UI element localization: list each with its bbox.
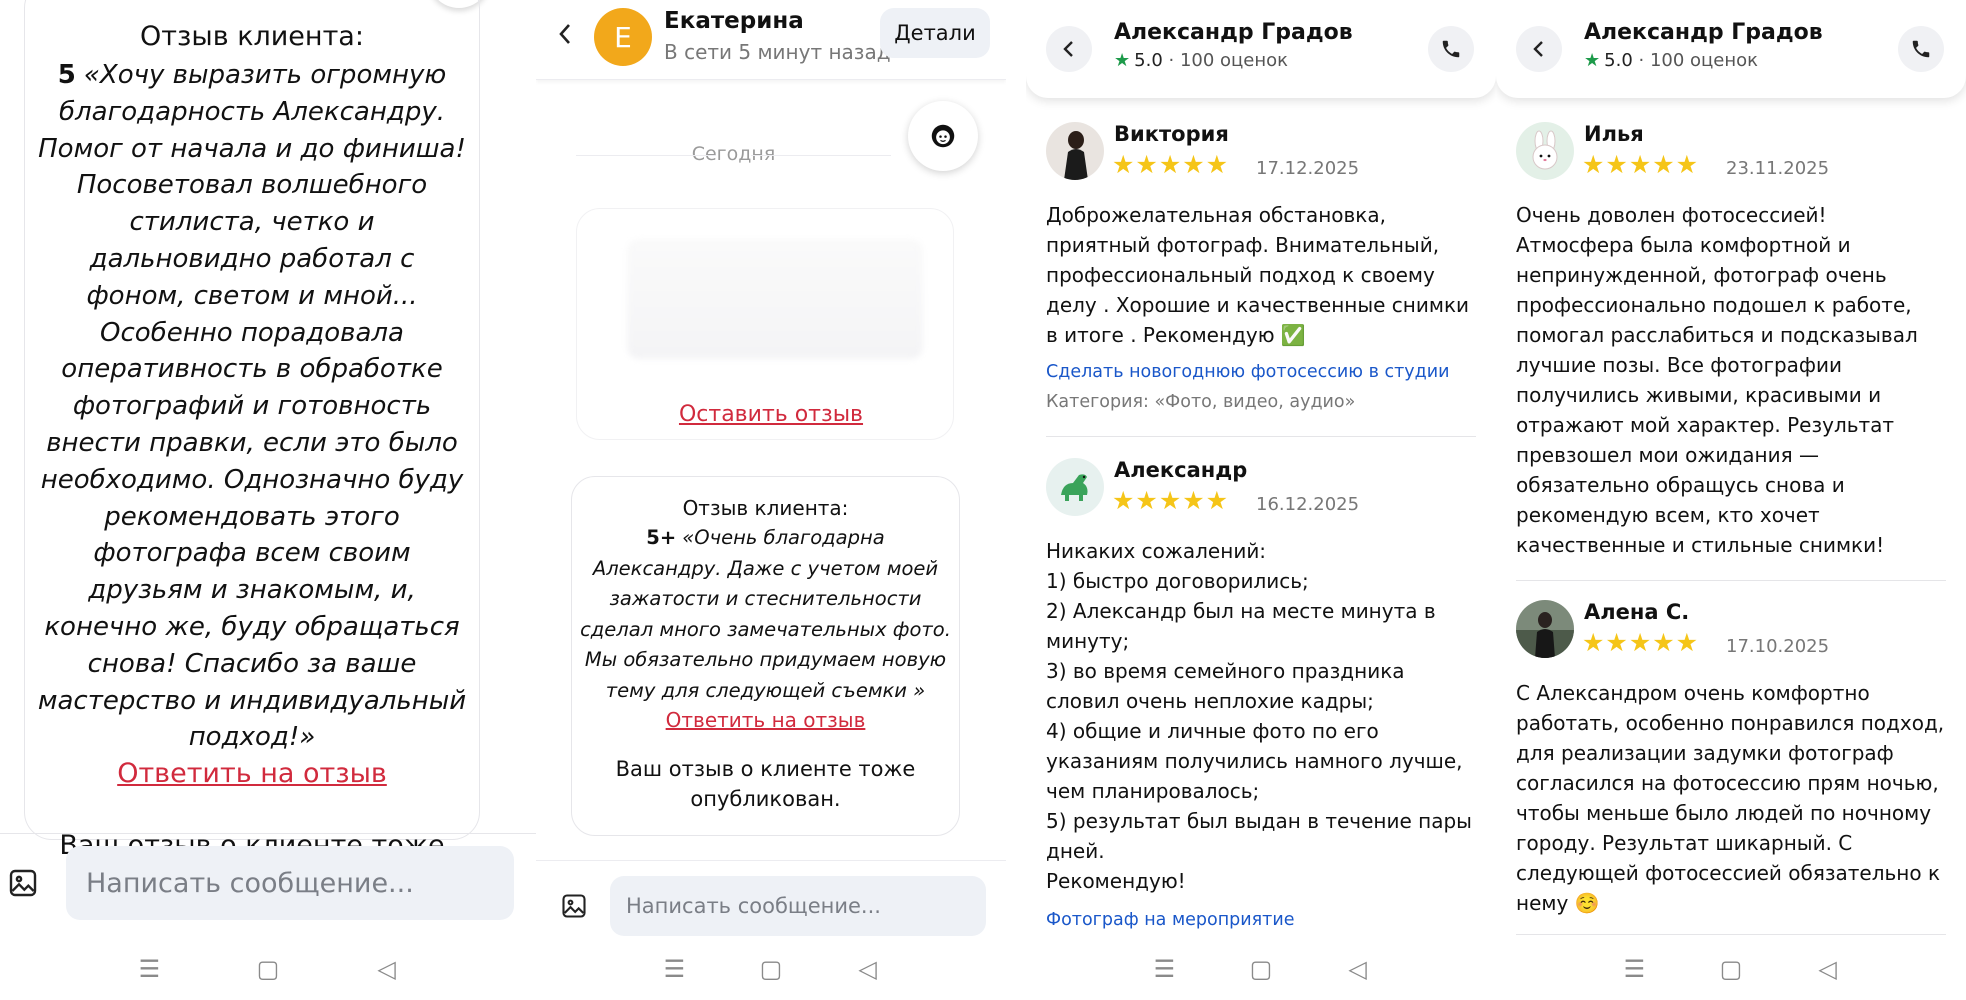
system-nav-bar: ☰ ▢ ◁ bbox=[0, 938, 536, 1000]
divider bbox=[1516, 580, 1946, 581]
back-chevron-icon[interactable] bbox=[1516, 26, 1562, 72]
review-text: Доброжелательная обстановка, приятный фо… bbox=[1046, 203, 1470, 347]
rating-summary: ★ 5.0 · 100 оценок bbox=[1584, 50, 1759, 71]
star-icon: ★ bbox=[1114, 50, 1131, 71]
message-input[interactable]: Написать сообщение... bbox=[66, 846, 514, 920]
review-title: Отзыв клиента: bbox=[682, 496, 849, 520]
profile-header: Александр Градов ★ 5.0 · 100 оценок bbox=[1496, 0, 1966, 98]
review-text: С Александром очень комфортно работать, … bbox=[1516, 681, 1945, 915]
rating-summary: ★ 5.0 · 100 оценок bbox=[1114, 50, 1289, 71]
review-category: Категория: «Фото, видео, аудио» bbox=[1046, 392, 1356, 412]
avatar[interactable]: Е bbox=[594, 8, 652, 66]
review-title: Отзыв клиента: bbox=[140, 21, 364, 52]
system-nav-bar: ☰ ▢ ◁ bbox=[536, 938, 1006, 1000]
blurred-content bbox=[627, 239, 923, 359]
day-separator: Сегодня bbox=[556, 143, 911, 165]
online-status: В сети 5 минут назад bbox=[664, 40, 891, 64]
client-review-card: Отзыв клиента: 5+ «Очень благодарна Алекс… bbox=[571, 476, 960, 836]
image-icon[interactable] bbox=[0, 867, 46, 899]
review-date: 16.12.2025 bbox=[1256, 494, 1360, 515]
review-text: Никаких сожалений: 1) быстро договорилис… bbox=[1046, 539, 1472, 893]
reply-to-review-link[interactable]: Ответить на отзыв bbox=[117, 758, 387, 789]
profile-name: Александр Градов bbox=[1114, 20, 1353, 45]
reply-to-review-link[interactable]: Ответить на отзыв bbox=[666, 708, 866, 732]
reviews-screen: Александр Градов ★ 5.0 · 100 оценок Илья … bbox=[1496, 0, 1966, 1000]
back-nav-icon[interactable]: ◁ bbox=[848, 955, 888, 983]
review-item: Илья ★★★★★ 23.11.2025 Очень доволен фото… bbox=[1516, 122, 1946, 562]
back-chevron-icon[interactable] bbox=[1046, 26, 1092, 72]
message-composer: Написать сообщение... bbox=[536, 876, 1006, 936]
divider bbox=[536, 860, 1006, 861]
menu-icon[interactable]: ☰ bbox=[654, 955, 694, 983]
reviewer-name: Александр bbox=[1114, 458, 1248, 482]
system-nav-bar: ☰ ▢ ◁ bbox=[1496, 938, 1966, 1000]
home-icon[interactable]: ▢ bbox=[248, 955, 288, 983]
chat-header: Е Екатерина В сети 5 минут назад Детали bbox=[536, 0, 1006, 80]
home-icon[interactable]: ▢ bbox=[1711, 955, 1751, 983]
review-item: Александр ★★★★★ 16.12.2025 Никаких сожал… bbox=[1046, 458, 1476, 930]
rating-count: 100 оценок bbox=[1179, 50, 1289, 71]
phone-icon[interactable] bbox=[1898, 26, 1944, 72]
review-score: 5+ bbox=[646, 526, 677, 549]
divider bbox=[0, 833, 536, 834]
message-composer: Написать сообщение... bbox=[0, 846, 536, 920]
star-icon: ★★★★★ bbox=[1112, 150, 1230, 179]
menu-icon[interactable]: ☰ bbox=[129, 955, 169, 983]
client-review-chat-screen: Отзыв клиента: 5 «Хочу выразить огромную … bbox=[0, 0, 536, 1000]
details-button[interactable]: Детали bbox=[880, 8, 990, 58]
system-nav-bar: ☰ ▢ ◁ bbox=[1026, 938, 1496, 1000]
review-item: Виктория ★★★★★ 17.12.2025 Доброжелательн… bbox=[1046, 122, 1476, 422]
bunny-avatar-icon bbox=[1516, 122, 1574, 180]
review-item: Алена С. ★★★★★ 17.10.2025 С Александром … bbox=[1516, 600, 1946, 930]
review-date: 17.10.2025 bbox=[1726, 636, 1830, 657]
profile-name: Александр Градов bbox=[1584, 20, 1823, 45]
client-review-card: Отзыв клиента: 5 «Хочу выразить огромную … bbox=[24, 0, 480, 898]
dinosaur-avatar-icon bbox=[1046, 458, 1104, 516]
divider bbox=[1516, 934, 1946, 935]
home-icon[interactable]: ▢ bbox=[751, 955, 791, 983]
phone-icon[interactable] bbox=[1428, 26, 1474, 72]
reviewer-name: Алена С. bbox=[1584, 600, 1690, 624]
image-icon[interactable] bbox=[554, 892, 594, 920]
review-date: 23.11.2025 bbox=[1726, 158, 1830, 179]
review-body: «Хочу выразить огромную благодарность Ал… bbox=[37, 60, 467, 753]
review-text: 5+ «Очень благодарна Александру. Даже с у… bbox=[580, 523, 951, 706]
avatar bbox=[1046, 122, 1104, 180]
chat-screen: Е Екатерина В сети 5 минут назад Детали … bbox=[536, 0, 1006, 1000]
rating-count: 100 оценок bbox=[1649, 50, 1759, 71]
reviews-screen: Александр Градов ★ 5.0 · 100 оценок Викто… bbox=[1026, 0, 1496, 1000]
profile-header: Александр Градов ★ 5.0 · 100 оценок bbox=[1026, 0, 1496, 98]
home-icon[interactable]: ▢ bbox=[1241, 955, 1281, 983]
avatar bbox=[1516, 600, 1574, 658]
contact-name: Екатерина bbox=[664, 8, 804, 34]
service-link[interactable]: Фотограф на мероприятие bbox=[1046, 910, 1295, 930]
review-text: 5 «Хочу выразить огромную благодарность А… bbox=[37, 57, 467, 756]
message-input[interactable]: Написать сообщение... bbox=[610, 876, 986, 936]
reviewer-name: Виктория bbox=[1114, 122, 1229, 146]
back-nav-icon[interactable]: ◁ bbox=[367, 955, 407, 983]
review-body: «Очень благодарна Александру. Даже с уче… bbox=[580, 526, 951, 702]
review-date: 17.12.2025 bbox=[1256, 158, 1360, 179]
back-nav-icon[interactable]: ◁ bbox=[1338, 955, 1378, 983]
review-text: Очень доволен фотосессией! Атмосфера был… bbox=[1516, 203, 1918, 557]
published-note: Ваш отзыв о клиенте тоже опубликован. bbox=[615, 757, 916, 811]
service-link[interactable]: Сделать новогоднюю фотосессию в студии bbox=[1046, 362, 1449, 382]
review-score: 5 bbox=[57, 60, 76, 90]
rating-value: 5.0 bbox=[1604, 50, 1633, 71]
back-nav-icon[interactable]: ◁ bbox=[1808, 955, 1848, 983]
star-icon: ★★★★★ bbox=[1582, 150, 1700, 179]
back-chevron-icon[interactable] bbox=[554, 20, 576, 55]
star-icon: ★★★★★ bbox=[1112, 486, 1230, 515]
divider bbox=[1046, 436, 1476, 437]
menu-icon[interactable]: ☰ bbox=[1614, 955, 1654, 983]
menu-icon[interactable]: ☰ bbox=[1144, 955, 1184, 983]
leave-review-link[interactable]: Оставить отзыв bbox=[536, 402, 1006, 427]
star-icon: ★ bbox=[1584, 50, 1601, 71]
reviewer-name: Илья bbox=[1584, 122, 1644, 146]
face-icon[interactable] bbox=[908, 101, 978, 171]
star-icon: ★★★★★ bbox=[1582, 628, 1700, 657]
rating-value: 5.0 bbox=[1134, 50, 1163, 71]
